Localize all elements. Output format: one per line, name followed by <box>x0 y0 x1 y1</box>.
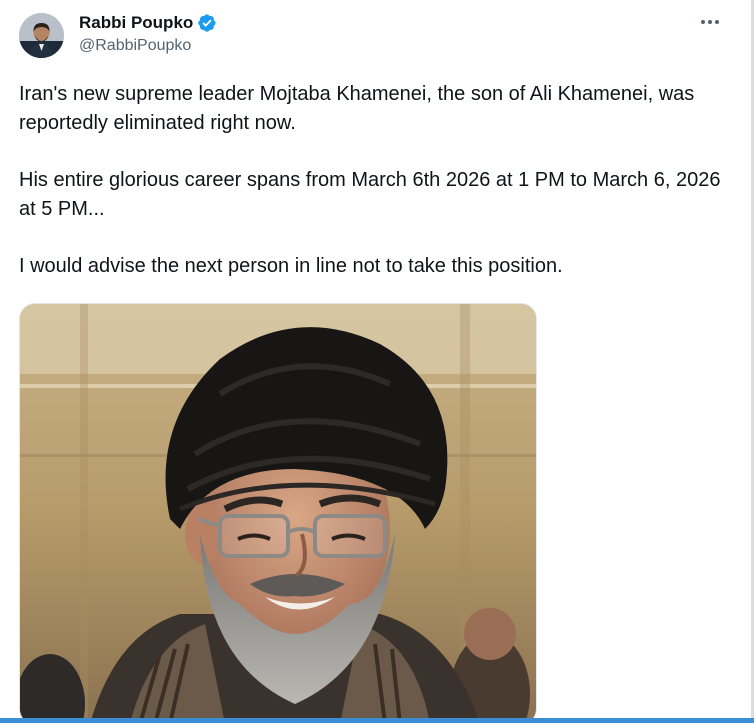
author-avatar[interactable] <box>19 13 64 58</box>
more-options-icon[interactable] <box>697 10 723 34</box>
name-row: Rabbi Poupko <box>79 12 217 34</box>
tweet-paragraph: I would advise the next person in line n… <box>19 255 563 277</box>
author-handle[interactable]: @RabbiPoupko <box>79 37 217 55</box>
photo-portrait <box>20 304 536 723</box>
author-display-name[interactable]: Rabbi Poupko <box>79 13 193 33</box>
tweet-media-image[interactable] <box>19 303 537 723</box>
tweet-card: Rabbi Poupko @RabbiPoupko Iran's new sup… <box>0 0 751 723</box>
avatar-image <box>19 13 64 58</box>
bottom-highlight-bar <box>0 718 754 723</box>
tweet-paragraph: Iran's new supreme leader Mojtaba Khamen… <box>19 83 695 134</box>
tweet-text: Iran's new supreme leader Mojtaba Khamen… <box>19 80 739 309</box>
tweet-paragraph: His entire glorious career spans from Ma… <box>19 169 721 220</box>
tweet-screenshot: Rabbi Poupko @RabbiPoupko Iran's new sup… <box>0 0 754 723</box>
verified-badge-icon[interactable] <box>197 13 217 33</box>
author-block: Rabbi Poupko @RabbiPoupko <box>79 12 217 55</box>
